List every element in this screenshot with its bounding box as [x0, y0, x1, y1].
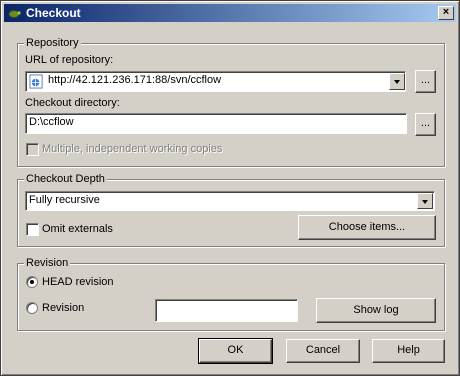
url-browse-button[interactable]: ...: [415, 70, 436, 93]
cancel-button[interactable]: Cancel: [286, 339, 360, 363]
choose-items-button[interactable]: Choose items...: [298, 215, 436, 240]
tortoise-icon: [8, 10, 21, 18]
url-value: http://42.121.236.171:88/svn/ccflow: [48, 74, 222, 86]
multiple-checkbox[interactable]: [26, 143, 39, 156]
title-bar: Checkout ×: [4, 4, 456, 22]
url-label: URL of repository:: [25, 54, 114, 66]
revision-label: Revision: [42, 302, 85, 314]
directory-label: Checkout directory:: [25, 97, 120, 109]
ok-button[interactable]: OK: [198, 338, 273, 364]
window-title: Checkout: [26, 6, 81, 20]
head-revision-radio[interactable]: [26, 276, 38, 288]
revision-input[interactable]: [155, 299, 298, 322]
help-button[interactable]: Help: [372, 339, 445, 363]
url-combobox[interactable]: http://42.121.236.171:88/svn/ccflow: [25, 71, 406, 92]
directory-input[interactable]: D:\ccflow: [25, 113, 407, 134]
revision-legend: Revision: [24, 257, 71, 270]
directory-browse-button[interactable]: ...: [415, 113, 436, 136]
omit-externals-label: Omit externals: [42, 223, 113, 235]
omit-externals-checkbox[interactable]: [26, 223, 39, 236]
depth-legend: Checkout Depth: [24, 173, 107, 186]
depth-select[interactable]: Fully recursive: [25, 191, 435, 211]
depth-dropdown-button[interactable]: [417, 193, 433, 209]
repository-legend: Repository: [24, 37, 81, 50]
revision-radio[interactable]: [26, 302, 38, 314]
head-revision-label: HEAD revision: [42, 276, 114, 288]
checkout-dialog: Checkout × Repository URL of repository:…: [0, 0, 460, 376]
depth-value: Fully recursive: [29, 194, 100, 206]
web-page-icon: [29, 74, 43, 89]
close-button[interactable]: ×: [438, 6, 454, 20]
show-log-button[interactable]: Show log: [316, 298, 436, 323]
url-dropdown-button[interactable]: [389, 73, 405, 90]
multiple-label: Multiple, independent working copies: [42, 143, 223, 155]
